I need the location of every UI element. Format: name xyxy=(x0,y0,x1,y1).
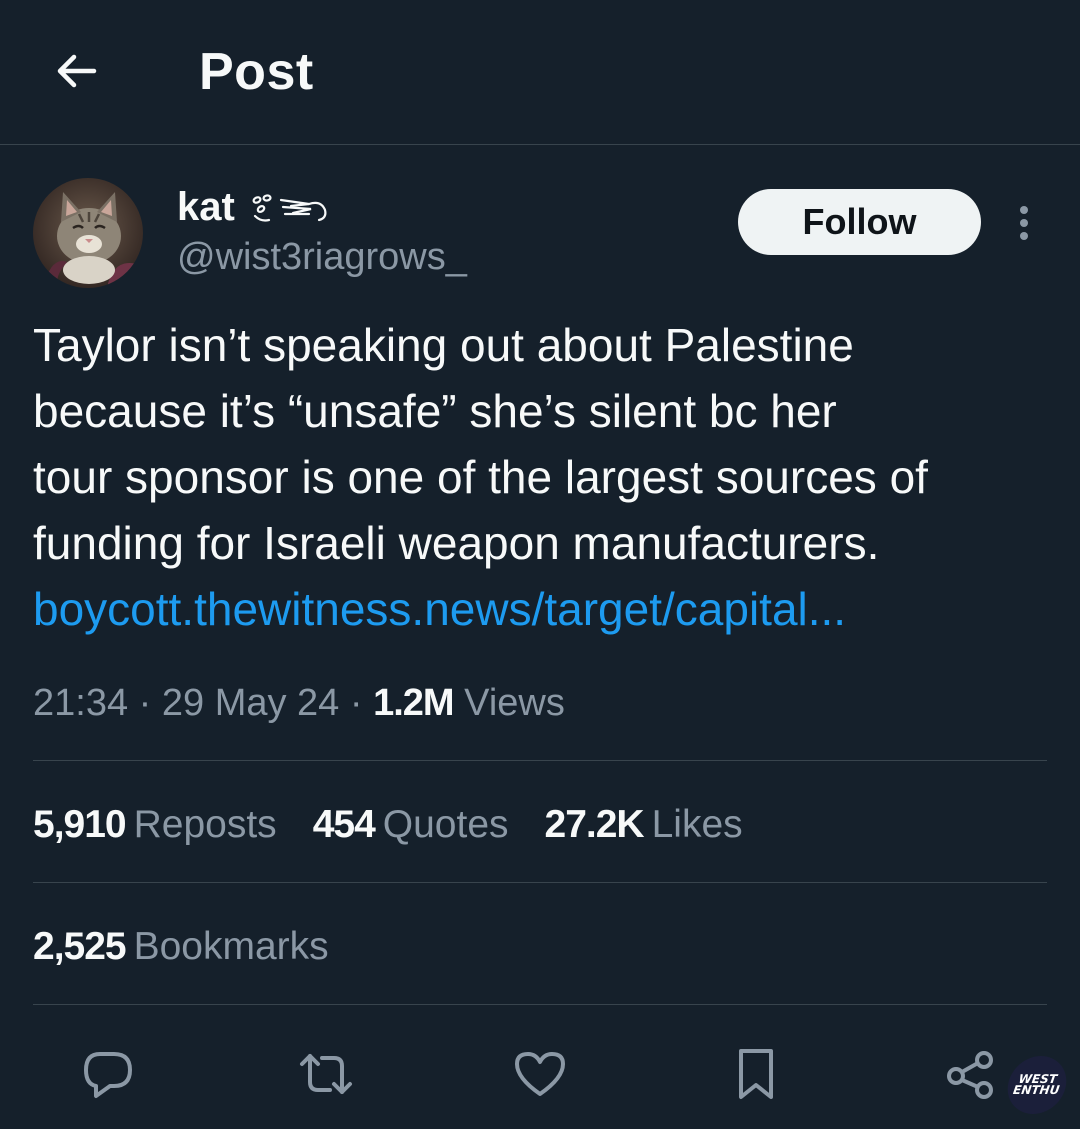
display-name[interactable]: kat xyxy=(177,183,235,231)
likes-count: 27.2K xyxy=(544,803,645,846)
bookmarks-label: Bookmarks xyxy=(133,925,329,968)
reposts-stat[interactable]: 5,910 Reposts xyxy=(33,798,277,852)
repost-icon xyxy=(300,1054,352,1094)
reply-icon xyxy=(84,1052,132,1098)
arrow-left-icon xyxy=(57,54,97,88)
divider xyxy=(33,1004,1047,1005)
bookmark-button[interactable] xyxy=(726,1044,786,1104)
cat-avatar xyxy=(33,178,143,288)
share-icon xyxy=(947,1051,993,1099)
bookmarks-count: 2,525 xyxy=(33,925,127,968)
quotes-count: 454 xyxy=(312,803,376,846)
divider xyxy=(33,760,1047,761)
page-title: Post xyxy=(199,43,314,101)
tweet-link[interactable]: boycott.thewitness.news/target/capital..… xyxy=(33,576,1053,642)
quotes-stat[interactable]: 454 Quotes xyxy=(313,798,509,852)
views-count: 1.2M xyxy=(373,682,454,724)
tweet-meta: 21:34 · 29 May 24 · 1.2M Views xyxy=(33,676,565,730)
meta-separator: · xyxy=(339,682,374,724)
tweet-body: Taylor isn’t speaking out about Palestin… xyxy=(33,312,1053,642)
top-bar: Post xyxy=(0,0,1080,145)
engagement-stats: 5,910 Reposts 454 Quotes 27.2K Likes xyxy=(33,798,779,852)
like-icon xyxy=(515,1052,565,1096)
handle[interactable]: @wist3riagrows_ xyxy=(177,234,467,280)
post-date[interactable]: 29 May 24 xyxy=(162,682,339,724)
like-button[interactable] xyxy=(510,1044,570,1104)
post-time[interactable]: 21:34 xyxy=(33,682,128,724)
bookmarks-stat[interactable]: 2,525 Bookmarks xyxy=(33,920,329,974)
quotes-label: Quotes xyxy=(382,803,509,846)
watermark-line: ENTHU xyxy=(1012,1083,1061,1097)
bookmark-icon xyxy=(739,1049,773,1099)
more-vertical-icon xyxy=(1020,206,1028,240)
reply-button[interactable] xyxy=(78,1044,138,1104)
avatar[interactable] xyxy=(33,178,143,288)
divider xyxy=(33,882,1047,883)
back-button[interactable] xyxy=(48,42,106,100)
reposts-label: Reposts xyxy=(133,803,277,846)
likes-label: Likes xyxy=(651,803,743,846)
more-options-button[interactable] xyxy=(1008,200,1040,246)
display-name-row[interactable]: kat xyxy=(177,183,333,231)
wisteria-doodle-icon xyxy=(252,194,327,222)
likes-stat[interactable]: 27.2K Likes xyxy=(545,798,743,852)
views-label: Views xyxy=(464,682,565,724)
action-bar xyxy=(0,1040,1080,1106)
tweet-text: Taylor isn’t speaking out about Palestin… xyxy=(33,319,928,569)
share-button[interactable] xyxy=(940,1044,1000,1104)
follow-button[interactable]: Follow xyxy=(738,189,981,255)
repost-button[interactable] xyxy=(296,1044,356,1104)
reposts-count: 5,910 xyxy=(33,803,127,846)
meta-separator: · xyxy=(128,682,162,724)
